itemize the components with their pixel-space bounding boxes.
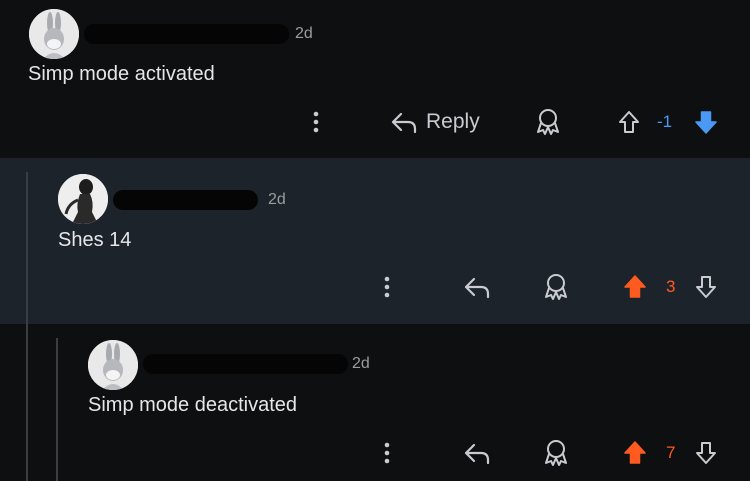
reply-label: Reply (426, 110, 480, 133)
score-text: -1 (657, 112, 673, 131)
more-vertical-icon (384, 442, 390, 464)
upvote-outline-icon (619, 111, 639, 133)
comment-1: 2d Simp mode activated Reply -1 (0, 0, 750, 158)
downvote-outline-icon (696, 442, 716, 464)
avatar[interactable] (58, 174, 108, 224)
score-text: 7 (666, 443, 676, 462)
upvote-filled-icon (624, 275, 646, 298)
avatar[interactable] (29, 9, 79, 59)
comment-2: 2d Shes 14 3 (0, 158, 750, 324)
downvote-filled-icon (695, 111, 717, 134)
more-options-button[interactable] (311, 107, 321, 137)
reply-arrow-icon (464, 277, 490, 299)
comment-3: 2d Simp mode deactivated 7 (0, 324, 750, 481)
timestamp: 2d (268, 191, 286, 208)
comment-actions: 7 (0, 438, 750, 468)
more-options-button[interactable] (382, 438, 392, 468)
comment-actions: Reply -1 (0, 107, 750, 137)
downvote-outline-icon (696, 276, 716, 298)
more-vertical-icon (384, 276, 390, 298)
upvote-filled-icon (624, 441, 646, 464)
award-icon (545, 440, 567, 466)
upvote-button[interactable] (622, 272, 648, 302)
comment-text: Simp mode deactivated (88, 394, 298, 416)
timestamp: 2d (295, 25, 313, 42)
reply-arrow-icon (464, 443, 490, 465)
comment-text: Simp mode activated (28, 63, 215, 85)
reply-arrow-icon (391, 112, 417, 134)
bugs-bunny-avatar-icon (88, 340, 138, 390)
award-icon (537, 109, 559, 135)
woman-silhouette-avatar-icon (58, 174, 108, 224)
upvote-button[interactable] (622, 438, 648, 468)
more-options-button[interactable] (382, 272, 392, 302)
vote-score: -1 (657, 107, 672, 137)
timestamp: 2d (352, 355, 370, 372)
comment-text: Shes 14 (58, 229, 132, 251)
redacted-username (113, 190, 258, 210)
more-vertical-icon (313, 111, 319, 133)
vote-score: 3 (666, 272, 675, 302)
downvote-button[interactable] (694, 438, 718, 468)
bugs-bunny-avatar-icon (29, 9, 79, 59)
score-text: 3 (666, 277, 676, 296)
award-button[interactable] (543, 272, 569, 302)
award-button[interactable] (543, 438, 569, 468)
vote-score: 7 (666, 438, 675, 468)
reply-button[interactable] (463, 438, 491, 468)
upvote-button[interactable] (617, 107, 641, 137)
avatar[interactable] (88, 340, 138, 390)
redacted-username (84, 24, 289, 44)
award-icon (545, 274, 567, 300)
reply-button[interactable]: Reply (390, 107, 480, 137)
reply-button[interactable] (463, 272, 491, 302)
redacted-username (143, 354, 348, 374)
comment-actions: 3 (0, 272, 750, 302)
award-button[interactable] (535, 107, 561, 137)
downvote-button[interactable] (694, 272, 718, 302)
downvote-button[interactable] (693, 107, 719, 137)
